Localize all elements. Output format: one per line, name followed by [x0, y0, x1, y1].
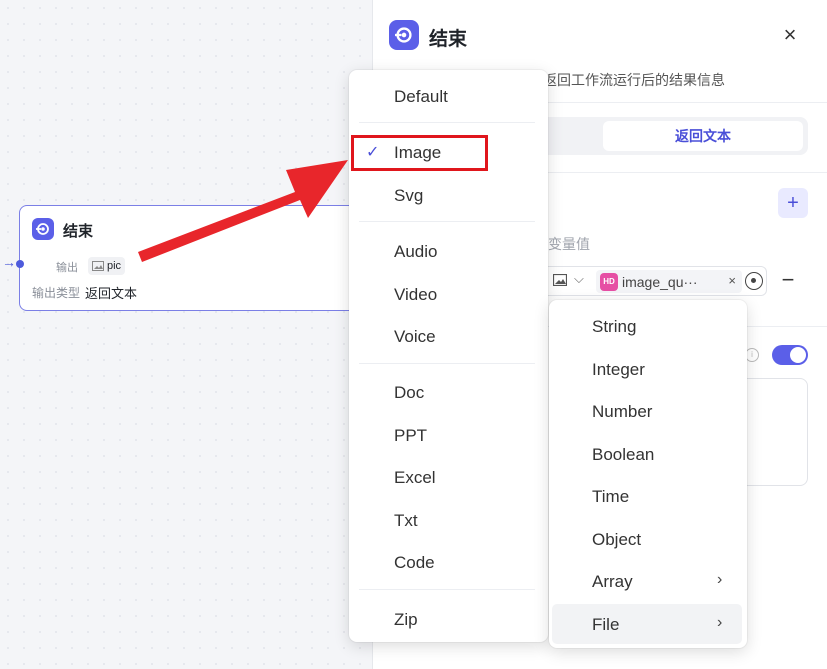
menu-item-label: PPT [394, 426, 428, 445]
node-output-label: 输出 [56, 262, 78, 274]
chevron-right-icon: › [717, 614, 723, 631]
menu-item-time[interactable]: Time [549, 478, 747, 516]
menu-item-label: String [592, 317, 637, 336]
annotation-highlight-box [351, 135, 488, 171]
target-icon[interactable] [745, 272, 763, 290]
menu-item-label: Code [394, 553, 435, 572]
menu-item-boolean[interactable]: Boolean [549, 436, 747, 474]
menu-item-label: Integer [592, 360, 645, 379]
menu-divider [359, 122, 535, 123]
stream-output-toggle[interactable] [772, 345, 808, 365]
menu-item-array[interactable]: Array › [549, 563, 747, 601]
image-icon [92, 261, 104, 271]
close-icon[interactable]: × [728, 273, 736, 288]
menu-item-label: Object [592, 530, 642, 549]
menu-item-default[interactable]: Default [349, 78, 548, 116]
variable-type-menu: String Integer Number Boolean Time Objec… [549, 300, 747, 648]
variable-reference-text: image_qu··· [622, 273, 698, 290]
menu-item-integer[interactable]: Integer [549, 351, 747, 389]
panel-title: 结束 [429, 29, 468, 50]
menu-item-label: Doc [394, 383, 425, 402]
menu-item-file[interactable]: File › [549, 606, 747, 644]
menu-item-label: Audio [394, 242, 438, 261]
menu-item-code[interactable]: Code [349, 544, 548, 582]
image-icon[interactable] [553, 274, 567, 286]
menu-item-ppt[interactable]: PPT [349, 417, 548, 455]
panel-description: 返回工作流运行后的结果信息 [543, 72, 725, 88]
node-title: 结束 [63, 223, 94, 240]
variable-reference-tag[interactable]: HD image_qu··· × [596, 270, 742, 293]
info-icon: i [745, 348, 759, 362]
menu-item-voice[interactable]: Voice [349, 318, 548, 356]
menu-item-label: File [592, 615, 620, 634]
node-output-tag: pic [88, 257, 126, 275]
node-output-type-label: 输出类型 [32, 286, 81, 300]
hd-image-icon: HD [600, 272, 618, 291]
menu-item-label: Txt [394, 511, 418, 530]
menu-divider [359, 589, 535, 590]
variable-value-label: 变量值 [548, 236, 590, 252]
menu-item-txt[interactable]: Txt [349, 502, 548, 540]
node-output-tag-text: pic [107, 260, 122, 272]
menu-item-video[interactable]: Video [349, 276, 548, 314]
menu-divider [359, 221, 535, 222]
menu-item-string[interactable]: String [549, 308, 747, 346]
menu-item-label: Video [394, 285, 438, 304]
close-icon[interactable]: × [777, 22, 803, 48]
menu-item-number[interactable]: Number [549, 393, 747, 431]
chevron-down-icon[interactable]: ⌵ [574, 271, 584, 287]
menu-item-object[interactable]: Object [549, 521, 747, 559]
menu-divider [359, 363, 535, 364]
menu-item-zip[interactable]: Zip [349, 601, 548, 639]
end-node-icon [32, 218, 54, 240]
output-mode-segment: 返回文本 [538, 117, 808, 155]
menu-item-label: Time [592, 487, 630, 506]
menu-item-excel[interactable]: Excel [349, 459, 548, 497]
chevron-right-icon: › [717, 571, 723, 588]
remove-variable-button[interactable]: − [779, 267, 797, 293]
menu-item-doc[interactable]: Doc [349, 374, 548, 412]
menu-item-label: Boolean [592, 445, 655, 464]
node-output-type-value: 返回文本 [85, 286, 138, 301]
end-node-card[interactable]: → 结束 输出 pic 输出类型 返回文本 [2, 205, 359, 311]
menu-item-svg[interactable]: Svg [349, 177, 548, 215]
menu-item-label: Array [592, 572, 633, 591]
menu-item-label: Zip [394, 610, 418, 629]
menu-item-label: Voice [394, 327, 436, 346]
add-variable-button[interactable]: + [778, 188, 808, 218]
segment-return-text[interactable]: 返回文本 [603, 121, 803, 151]
end-node-icon [389, 20, 419, 50]
edge-arrow-icon: → [2, 254, 16, 270]
menu-item-label: Number [592, 402, 653, 421]
node-input-port[interactable] [16, 260, 24, 268]
menu-item-label: Svg [394, 186, 424, 205]
variable-row: ⌵ HD image_qu··· × [533, 266, 767, 296]
menu-item-label: Excel [394, 468, 436, 487]
menu-item-audio[interactable]: Audio [349, 233, 548, 271]
menu-item-label: Default [394, 87, 448, 106]
